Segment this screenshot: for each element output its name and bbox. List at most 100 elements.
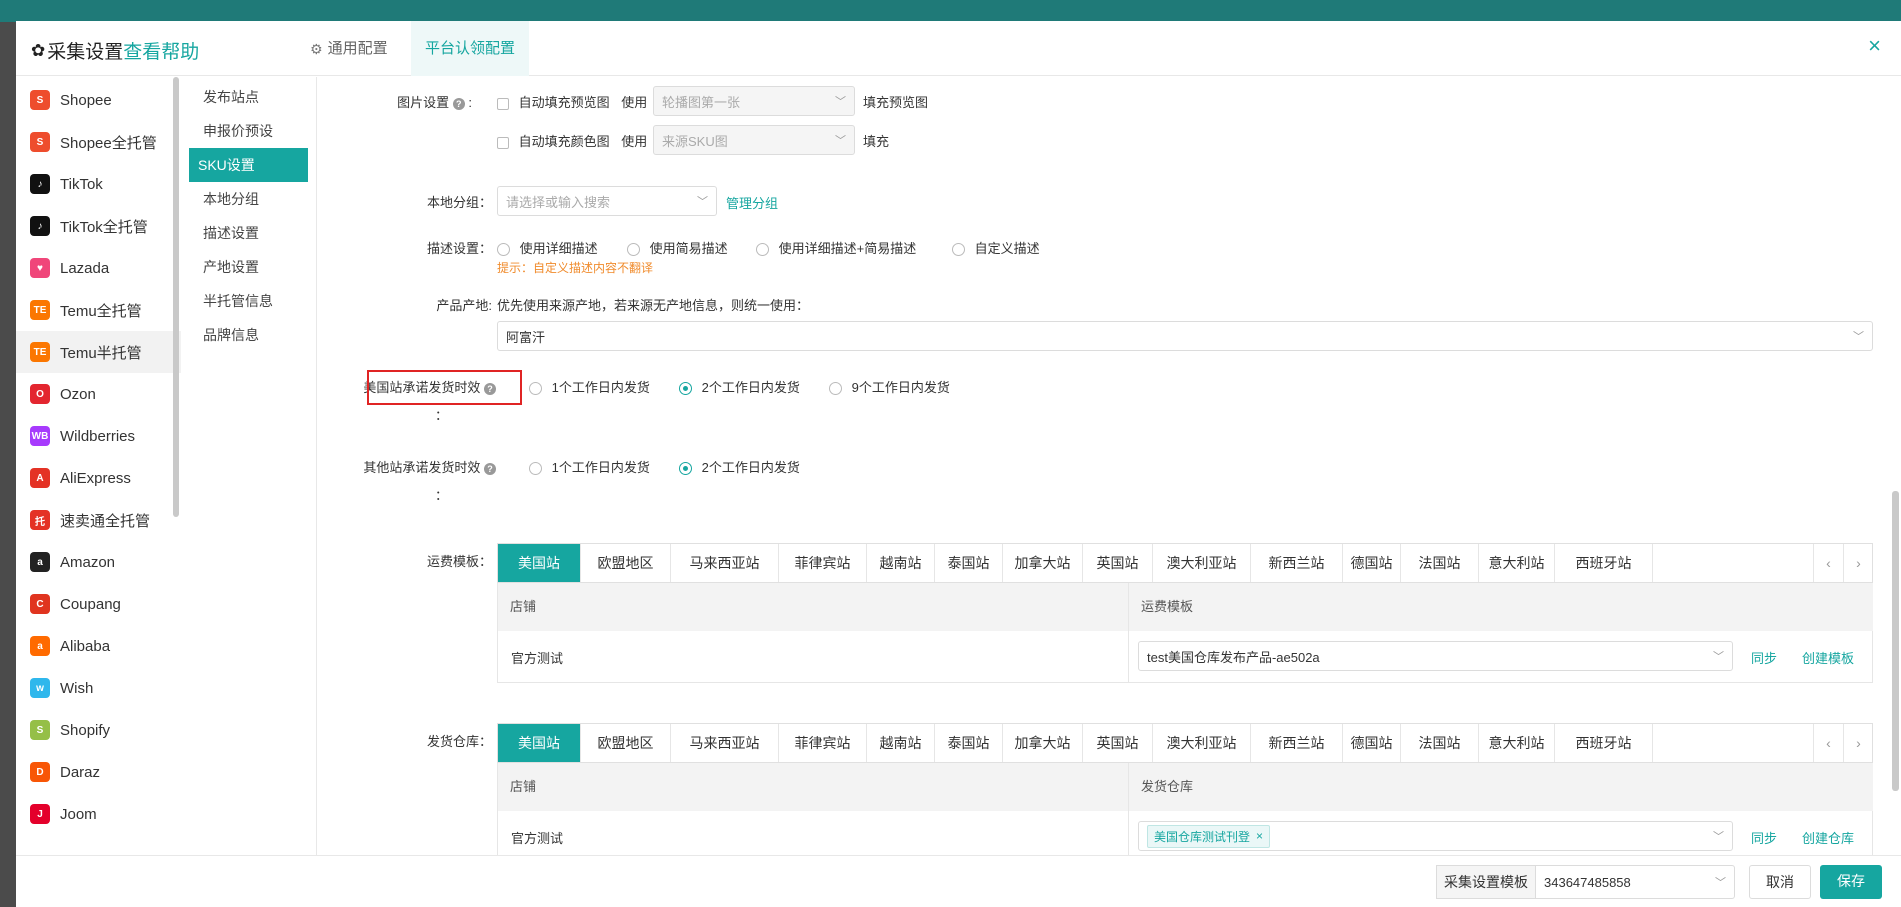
site-tab[interactable]: 菲律宾站 <box>779 544 867 582</box>
platform-item[interactable]: WB Wildberries <box>16 415 181 457</box>
site-tab[interactable]: 意大利站 <box>1479 544 1555 582</box>
site-tab[interactable]: 加拿大站 <box>1003 724 1083 762</box>
desc-option[interactable]: 使用简易描述 <box>627 238 756 257</box>
platform-label: Wish <box>60 679 94 697</box>
site-tab[interactable]: 越南站 <box>867 724 935 762</box>
subnav-item[interactable]: 本地分组 <box>189 182 308 216</box>
desc-option[interactable]: 自定义描述 <box>952 238 1040 257</box>
us-ship-colon: ： <box>435 408 449 423</box>
site-tab[interactable]: 德国站 <box>1343 724 1401 762</box>
warehouse-select[interactable]: 美国仓库测试刊登 × ﹀ <box>1138 821 1733 851</box>
site-tab[interactable]: 越南站 <box>867 544 935 582</box>
platform-item[interactable]: J Joom <box>16 793 181 835</box>
desc-option[interactable]: 使用详细描述 <box>497 238 627 257</box>
platform-item[interactable]: S Shopee <box>16 79 181 121</box>
site-tab[interactable]: 泰国站 <box>935 724 1003 762</box>
platform-item[interactable]: w Wish <box>16 667 181 709</box>
us-ship-option[interactable]: 2个工作日内发货 <box>679 377 829 396</box>
platform-item[interactable]: ♪ TikTok全托管 <box>16 205 181 247</box>
other-ship-option[interactable]: 2个工作日内发货 <box>679 457 800 476</box>
site-tab[interactable]: 泰国站 <box>935 544 1003 582</box>
site-tab[interactable]: 法国站 <box>1401 544 1479 582</box>
create-warehouse-link[interactable]: 创建仓库 <box>1802 828 1854 847</box>
subnav-item[interactable]: 发布站点 <box>189 80 308 114</box>
local-group-select[interactable]: 请选择或输入搜索 ﹀ <box>497 186 717 216</box>
site-tab[interactable]: 西班牙站 <box>1555 724 1653 762</box>
radio-icon <box>529 382 542 396</box>
autofill-preview-checkbox[interactable] <box>497 97 509 110</box>
platform-item[interactable]: TE Temu全托管 <box>16 289 181 331</box>
close-icon[interactable]: × <box>1256 829 1263 843</box>
subnav-item[interactable]: 描述设置 <box>189 216 308 250</box>
site-tab[interactable]: 欧盟地区 <box>581 724 671 762</box>
platform-item[interactable]: S Shopify <box>16 709 181 751</box>
platform-item[interactable]: C Coupang <box>16 583 181 625</box>
site-tab[interactable]: 英国站 <box>1083 724 1153 762</box>
platform-item[interactable]: A AliExpress <box>16 457 181 499</box>
platform-item[interactable]: a Amazon <box>16 541 181 583</box>
sync-link[interactable]: 同步 <box>1751 828 1777 847</box>
site-tab[interactable]: 德国站 <box>1343 544 1401 582</box>
sync-link[interactable]: 同步 <box>1751 648 1777 667</box>
tab-general-config[interactable]: ⚙ 通用配置 <box>310 21 388 76</box>
subnav-item[interactable]: 申报价预设 <box>189 114 308 148</box>
platform-item[interactable]: a Alibaba <box>16 625 181 667</box>
origin-select[interactable]: 阿富汗 ﹀ <box>497 321 1873 351</box>
site-tab[interactable]: 新西兰站 <box>1251 724 1343 762</box>
site-tab[interactable]: 菲律宾站 <box>779 724 867 762</box>
site-tab[interactable]: 西班牙站 <box>1555 544 1653 582</box>
site-tab[interactable]: 意大利站 <box>1479 724 1555 762</box>
radio-icon <box>529 462 542 476</box>
freight-template-select[interactable]: test美国仓库发布产品-ae502a ﹀ <box>1138 641 1733 671</box>
platform-item[interactable]: ♥ Lazada <box>16 247 181 289</box>
manage-group-link[interactable]: 管理分组 <box>726 193 778 212</box>
site-tab[interactable]: 加拿大站 <box>1003 544 1083 582</box>
help-icon[interactable]: ? <box>452 97 465 110</box>
us-ship-option[interactable]: 1个工作日内发货 <box>529 377 679 396</box>
chevron-right-icon[interactable]: › <box>1843 544 1873 582</box>
template-select[interactable]: 343647485858 ﹀ <box>1535 865 1735 899</box>
cancel-button[interactable]: 取消 <box>1749 865 1811 899</box>
help-icon[interactable]: ? <box>484 462 496 475</box>
subnav-item[interactable]: 品牌信息 <box>189 318 308 352</box>
platform-item[interactable]: O Ozon <box>16 373 181 415</box>
platform-label: Shopee全托管 <box>60 134 157 152</box>
site-tab[interactable]: 美国站 <box>498 724 581 762</box>
chevron-left-icon[interactable]: ‹ <box>1813 544 1843 582</box>
platform-item[interactable]: ♪ TikTok <box>16 163 181 205</box>
autofill-color-checkbox[interactable] <box>497 136 509 149</box>
create-template-link[interactable]: 创建模板 <box>1802 648 1854 667</box>
other-ship-option[interactable]: 1个工作日内发货 <box>529 457 679 476</box>
site-tab[interactable]: 美国站 <box>498 544 581 582</box>
platform-item[interactable]: TE Temu半托管 <box>16 331 181 373</box>
platform-item[interactable]: 托速卖通全托管 <box>16 499 181 541</box>
site-tab[interactable]: 英国站 <box>1083 544 1153 582</box>
color-source-select[interactable]: 来源SKU图 ﹀ <box>653 125 855 155</box>
chevron-left-icon[interactable]: ‹ <box>1813 724 1843 762</box>
site-tab[interactable]: 马来西亚站 <box>671 724 779 762</box>
site-tab[interactable]: 欧盟地区 <box>581 544 671 582</box>
chevron-right-icon[interactable]: › <box>1843 724 1873 762</box>
site-tab[interactable]: 马来西亚站 <box>671 544 779 582</box>
platform-item[interactable]: S Shopee全托管 <box>16 121 181 163</box>
desc-option[interactable]: 使用详细描述+简易描述 <box>756 238 952 257</box>
platform-item[interactable]: D Daraz <box>16 751 181 793</box>
subnav-item[interactable]: 产地设置 <box>189 250 308 284</box>
platform-scrollbar[interactable] <box>173 77 179 517</box>
close-icon[interactable]: × <box>1868 33 1881 59</box>
subnav-item[interactable]: 半托管信息 <box>189 284 308 318</box>
site-tab[interactable]: 澳大利亚站 <box>1153 544 1251 582</box>
help-link[interactable]: 查看帮助 <box>123 37 199 64</box>
gear-icon: ✿ <box>31 40 46 60</box>
save-button[interactable]: 保存 <box>1820 865 1882 899</box>
site-tab[interactable]: 澳大利亚站 <box>1153 724 1251 762</box>
site-tab[interactable]: 新西兰站 <box>1251 544 1343 582</box>
us-ship-option[interactable]: 9个工作日内发货 <box>829 377 950 396</box>
platform-label: Shopify <box>60 721 111 739</box>
store-name: 官方测试 <box>511 831 564 846</box>
content-scrollbar[interactable] <box>1892 491 1899 791</box>
subnav-item[interactable]: SKU设置 <box>189 148 308 182</box>
preview-source-select[interactable]: 轮播图第一张 ﹀ <box>653 86 855 116</box>
tab-platform-claim-config[interactable]: 平台认领配置 <box>411 21 530 76</box>
site-tab[interactable]: 法国站 <box>1401 724 1479 762</box>
